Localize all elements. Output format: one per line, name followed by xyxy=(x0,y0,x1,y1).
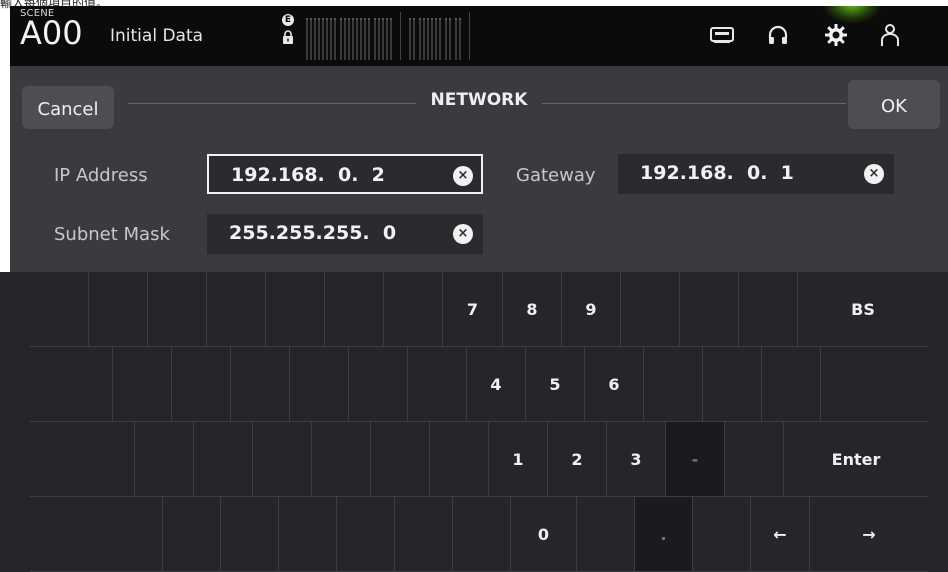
right-arrow-key[interactable]: → xyxy=(809,497,928,571)
blank-key xyxy=(679,272,738,346)
enter-key[interactable]: Enter xyxy=(783,422,928,496)
clear-gateway-icon[interactable]: × xyxy=(864,164,884,184)
title-divider xyxy=(542,103,846,104)
meter-group xyxy=(419,12,441,60)
backspace-key[interactable]: BS xyxy=(797,272,928,346)
recorder-icon[interactable] xyxy=(708,22,736,48)
key-0[interactable]: 0 xyxy=(510,497,576,571)
key-6[interactable]: 6 xyxy=(584,347,643,421)
key-8[interactable]: 8 xyxy=(502,272,561,346)
blank-key xyxy=(112,347,171,421)
scene-number[interactable]: A00 xyxy=(20,16,83,50)
meter-group xyxy=(306,12,336,60)
blank-key xyxy=(252,422,311,496)
blank-key xyxy=(278,497,336,571)
ip-address-value: 192.168. 0. 2 xyxy=(231,164,385,186)
top-bar: SCENE A00 Initial Data E xyxy=(10,6,948,66)
key-2[interactable]: 2 xyxy=(547,422,606,496)
key-5[interactable]: 5 xyxy=(525,347,584,421)
blank-key xyxy=(336,497,394,571)
key-3[interactable]: 3 xyxy=(606,422,665,496)
key-1[interactable]: 1 xyxy=(488,422,547,496)
blank-key xyxy=(620,272,679,346)
meter-group xyxy=(340,12,370,60)
blank-key xyxy=(429,422,488,496)
left-arrow-key[interactable]: ← xyxy=(750,497,809,571)
gateway-field[interactable]: 192.168. 0. 1 × xyxy=(618,154,894,194)
blank-key xyxy=(147,272,206,346)
keyboard-row: 4 5 6 xyxy=(30,347,928,422)
subnet-mask-value: 255.255.255. 0 xyxy=(229,222,397,244)
blank-key xyxy=(265,272,324,346)
key-4[interactable]: 4 xyxy=(466,347,525,421)
blank-key xyxy=(820,347,879,421)
blank-key xyxy=(692,497,750,571)
blank-key xyxy=(394,497,452,571)
user-icon[interactable] xyxy=(876,22,904,48)
blank-key xyxy=(576,497,634,571)
blank-key xyxy=(220,497,278,571)
blank-key xyxy=(383,272,442,346)
subnet-mask-field[interactable]: 255.255.255. 0 × xyxy=(207,214,483,254)
blank-key xyxy=(171,347,230,421)
ip-address-label: IP Address xyxy=(54,165,148,186)
blank-key xyxy=(407,347,466,421)
blank-key xyxy=(289,347,348,421)
blank-key xyxy=(738,272,797,346)
subnet-mask-label: Subnet Mask xyxy=(54,224,170,245)
blank-key xyxy=(761,347,820,421)
gear-icon[interactable] xyxy=(822,22,850,48)
meter-group xyxy=(409,12,415,60)
cancel-button[interactable]: Cancel xyxy=(22,86,114,132)
scene-title[interactable]: Initial Data xyxy=(110,26,203,46)
channel-meters xyxy=(306,12,474,60)
blank-key xyxy=(88,272,147,346)
dot-key: . xyxy=(634,497,692,571)
clear-subnet-icon[interactable]: × xyxy=(453,224,473,244)
gateway-label: Gateway xyxy=(516,165,596,186)
meter-group xyxy=(374,12,392,60)
blank-key xyxy=(370,422,429,496)
keyboard-row: 0 . ← → xyxy=(30,497,928,572)
blank-key xyxy=(134,422,193,496)
blank-key xyxy=(724,422,783,496)
keyboard-row: 7 8 9 BS xyxy=(30,272,928,347)
blank-key xyxy=(311,422,370,496)
ok-button[interactable]: OK xyxy=(848,80,940,132)
meter-group xyxy=(455,12,461,60)
gateway-value: 192.168. 0. 1 xyxy=(640,162,794,184)
blank-key xyxy=(162,497,220,571)
blank-key xyxy=(348,347,407,421)
key-9[interactable]: 9 xyxy=(561,272,620,346)
blank-key xyxy=(643,347,702,421)
blank-key xyxy=(230,347,289,421)
key-7[interactable]: 7 xyxy=(442,272,502,346)
dialog-title: NETWORK xyxy=(430,90,528,110)
keyboard-row: 1 2 3 - Enter xyxy=(30,422,928,497)
meter-group xyxy=(445,12,451,60)
numeric-keyboard: 7 8 9 BS 4 5 6 1 2 3 - Enter 0 . ← → xyxy=(0,272,948,572)
blank-key xyxy=(452,497,510,571)
blank-key xyxy=(324,272,383,346)
blank-key xyxy=(193,422,252,496)
lock-icon[interactable] xyxy=(282,30,294,44)
ip-address-field[interactable]: 192.168. 0. 2 × xyxy=(207,154,483,194)
e-badge: E xyxy=(282,14,294,26)
network-dialog: NETWORK Cancel OK IP Address 192.168. 0.… xyxy=(10,66,948,272)
blank-key xyxy=(206,272,265,346)
headphones-icon[interactable] xyxy=(764,22,792,48)
clear-ip-icon[interactable]: × xyxy=(453,166,473,186)
blank-key xyxy=(702,347,761,421)
dash-key: - xyxy=(665,422,724,496)
